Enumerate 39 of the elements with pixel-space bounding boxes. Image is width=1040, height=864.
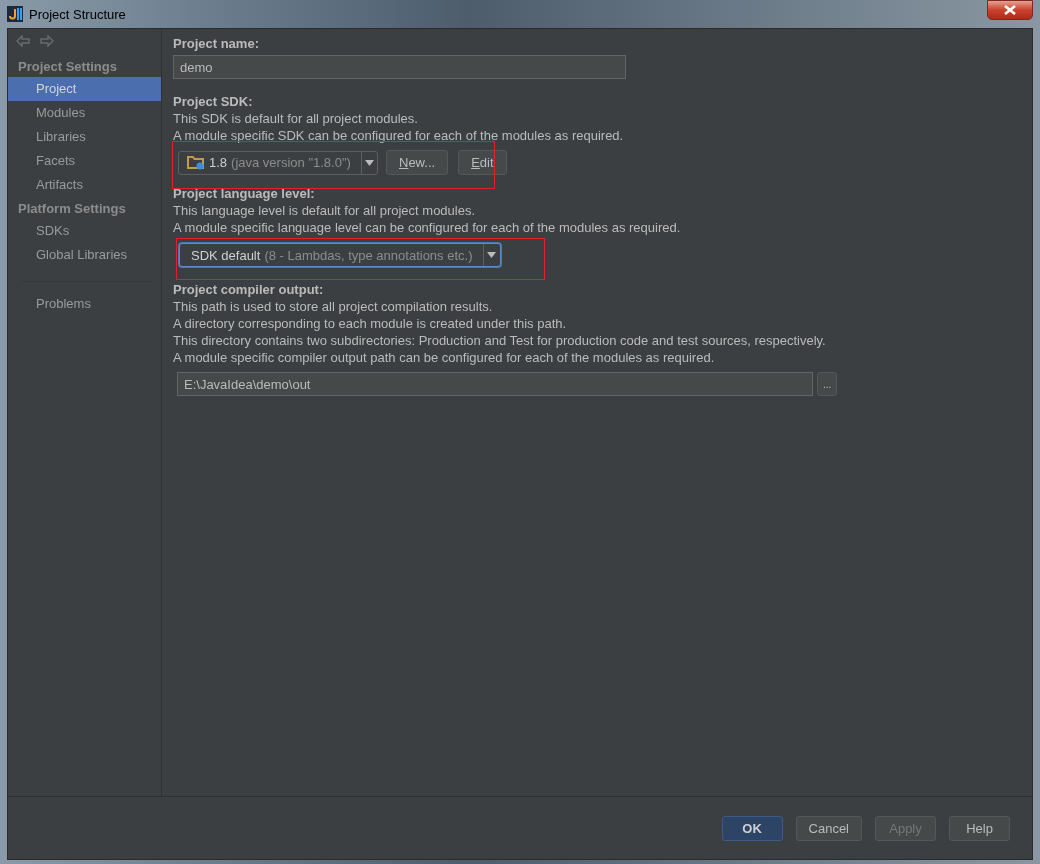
sidebar-item[interactable]: Project bbox=[8, 77, 161, 101]
close-icon bbox=[1004, 5, 1016, 15]
sidebar-item[interactable]: Libraries bbox=[8, 125, 161, 149]
dropdown[interactable]: SDK default (8 - Lambdas, type annotations etc.) bbox=[179, 243, 501, 267]
description-text: A module specific SDK can be configured for each of the modules as required. bbox=[173, 127, 625, 144]
app-logo-icon bbox=[7, 6, 23, 22]
sidebar-section-title: Project Settings bbox=[17, 58, 118, 76]
sdk-button[interactable]: Edit bbox=[458, 150, 507, 175]
description-text: This SDK is default for all project modules. bbox=[173, 110, 419, 127]
description-text: This path is used to store all project compilation results. bbox=[173, 298, 494, 315]
dropdown-arrow-icon bbox=[487, 252, 497, 258]
project-name-field[interactable]: demo bbox=[173, 55, 626, 79]
dialog-button[interactable]: Cancel bbox=[795, 815, 862, 841]
sidebar-item[interactable]: Facets bbox=[8, 149, 161, 173]
description-text: A module specific compiler output path can be configured for each of the modules as required. bbox=[173, 349, 716, 366]
sdk-folder-icon bbox=[187, 155, 205, 170]
sidebar-item[interactable]: Global Libraries bbox=[8, 243, 161, 267]
output-path-field[interactable]: E:\JavaIdea\demo\out bbox=[177, 372, 813, 396]
sidebar-item[interactable]: Artifacts bbox=[8, 173, 161, 197]
field-label: Project compiler output: bbox=[173, 281, 325, 298]
close-button[interactable] bbox=[987, 0, 1033, 20]
sdk-button[interactable]: New... bbox=[386, 150, 449, 175]
dialog-button[interactable]: Help bbox=[949, 815, 1010, 841]
description-text: A module specific language level can be configured for each of the modules as required. bbox=[173, 219, 682, 236]
field-label: Project name: bbox=[173, 35, 260, 52]
dropdown[interactable]: 1.8 (java version "1.8.0") bbox=[178, 150, 378, 175]
description-text: This language level is default for all project modules. bbox=[173, 202, 477, 219]
field-label: Project SDK: bbox=[173, 93, 254, 110]
description-text: A directory corresponding to each module is created under this path. bbox=[173, 315, 568, 332]
sidebar-item[interactable]: Problems bbox=[8, 292, 161, 316]
sidebar-item[interactable]: Modules bbox=[8, 101, 161, 125]
field-label: Project language level: bbox=[173, 185, 316, 202]
dialog-button[interactable]: OK bbox=[721, 815, 783, 841]
description-text: This directory contains two subdirectories: Production and Test for production code and test sources, respectively. bbox=[173, 332, 827, 349]
sidebar-section-title: Platform Settings bbox=[17, 200, 127, 218]
window-title: Project Structure bbox=[29, 6, 126, 22]
sidebar-item[interactable]: SDKs bbox=[8, 219, 161, 243]
browse-button[interactable]: ... bbox=[817, 372, 838, 396]
dropdown-arrow-icon bbox=[364, 159, 374, 166]
